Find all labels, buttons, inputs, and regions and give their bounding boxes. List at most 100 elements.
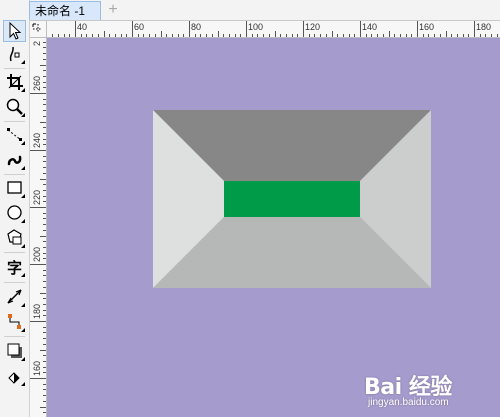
ruler-tick xyxy=(86,34,88,37)
drawing-canvas[interactable]: Bai 经验 jingyan.baidu.com xyxy=(47,38,500,417)
ruler-tick xyxy=(43,161,46,163)
ruler-tick xyxy=(43,372,46,374)
ruler-tick xyxy=(43,389,46,391)
ruler-tick xyxy=(479,34,481,37)
text-tool[interactable]: 字 xyxy=(3,256,26,278)
ruler-tick xyxy=(206,34,208,37)
ruler-label: 160 xyxy=(419,22,435,32)
ruler-tick xyxy=(200,34,202,37)
ruler-tick xyxy=(445,31,447,37)
ruler-tick xyxy=(234,34,236,37)
ruler-tick xyxy=(43,366,46,368)
ruler-tick xyxy=(371,34,373,37)
ruler-tick xyxy=(43,172,46,174)
crop-tool[interactable] xyxy=(3,71,26,93)
ruler-tick xyxy=(30,150,46,151)
ruler-tick xyxy=(43,70,46,72)
ruler-tick xyxy=(160,31,162,37)
center-green-rectangle xyxy=(224,181,360,217)
ruler-tick xyxy=(43,87,46,89)
new-tab-button[interactable]: + xyxy=(104,2,122,19)
ruler-tick xyxy=(43,110,46,112)
ruler-tick xyxy=(285,34,287,37)
ruler-tick xyxy=(43,104,46,106)
ruler-tick xyxy=(274,31,276,37)
ruler-tick xyxy=(43,115,46,117)
ruler-tick xyxy=(43,138,46,140)
ruler-tick xyxy=(166,34,168,37)
ruler-tick xyxy=(183,34,185,37)
ruler-tick xyxy=(303,21,304,37)
connector-tool[interactable] xyxy=(3,311,26,333)
ruler-tick xyxy=(43,286,46,288)
rectangle-tool[interactable] xyxy=(3,177,26,199)
ruler-tick xyxy=(43,212,46,214)
ruler-tick xyxy=(434,34,436,37)
ruler-label: 180 xyxy=(32,303,42,319)
document-tab[interactable]: 未命名 -1 xyxy=(29,1,101,20)
ruler-tick xyxy=(43,281,46,283)
ruler-tick xyxy=(43,218,46,220)
ruler-tick xyxy=(43,315,46,317)
toolbox-header xyxy=(0,0,30,20)
ruler-tick xyxy=(43,383,46,385)
drop-shadow-tool[interactable] xyxy=(3,340,26,362)
ruler-tick xyxy=(382,34,384,37)
ruler-tick xyxy=(43,246,46,248)
ruler-tick xyxy=(291,34,293,37)
dimension-tool[interactable] xyxy=(3,286,26,308)
ruler-tick xyxy=(40,178,46,180)
ruler-tick xyxy=(485,34,487,37)
ruler-tick xyxy=(30,93,46,94)
ruler-tick xyxy=(399,34,401,37)
vertical-ruler[interactable]: 260 240 220 200 180 160 2 xyxy=(30,38,47,417)
ruler-label: 40 xyxy=(77,22,88,32)
zoom-tool[interactable] xyxy=(3,96,26,118)
ruler-tick xyxy=(211,34,213,37)
ruler-tick xyxy=(342,34,344,37)
ruler-label: 200 xyxy=(32,246,42,262)
ruler-tick xyxy=(394,34,396,37)
artistic-media-tool[interactable] xyxy=(3,149,26,171)
ruler-tick xyxy=(43,58,46,60)
polygon-tool[interactable] xyxy=(3,227,26,249)
ruler-tick xyxy=(405,34,407,37)
pick-tool[interactable] xyxy=(3,20,26,42)
ruler-tick xyxy=(109,34,111,37)
ruler-tick xyxy=(43,338,46,340)
ruler-tick xyxy=(63,34,65,37)
ruler-tick xyxy=(43,332,46,334)
ruler-tick xyxy=(43,224,46,226)
beveled-rectangle-shape[interactable] xyxy=(153,110,431,288)
ruler-label: 2 xyxy=(32,40,42,46)
horizontal-ruler[interactable]: 40 60 80 100 120 140 160 180 xyxy=(47,21,500,38)
ruler-tick xyxy=(171,34,173,37)
ruler-tick xyxy=(30,321,46,322)
ruler-tick xyxy=(40,121,46,123)
ruler-tick xyxy=(257,34,259,37)
ruler-tick xyxy=(97,34,99,37)
ruler-tick xyxy=(268,34,270,37)
ruler-tick xyxy=(320,34,322,37)
shape-tool[interactable] xyxy=(3,43,26,65)
ruler-tick xyxy=(297,34,299,37)
ruler-tick xyxy=(57,34,59,37)
ruler-tick xyxy=(194,34,196,37)
ruler-tick xyxy=(154,34,156,37)
ruler-tick xyxy=(40,235,46,237)
freehand-tool[interactable] xyxy=(3,124,26,146)
ruler-label: 240 xyxy=(32,132,42,148)
ruler-tick xyxy=(43,395,46,397)
transparency-tool[interactable] xyxy=(3,365,26,387)
ellipse-tool[interactable] xyxy=(3,202,26,224)
ruler-tick xyxy=(40,64,46,66)
ruler-tick xyxy=(228,34,230,37)
ruler-label: 160 xyxy=(32,360,42,376)
ruler-tick xyxy=(43,360,46,362)
ruler-tick xyxy=(43,309,46,311)
ruler-origin-corner[interactable] xyxy=(30,21,47,38)
ruler-tick xyxy=(43,400,46,402)
ruler-label: 120 xyxy=(305,22,321,32)
ruler-tick xyxy=(43,127,46,129)
ruler-tick xyxy=(388,31,390,37)
